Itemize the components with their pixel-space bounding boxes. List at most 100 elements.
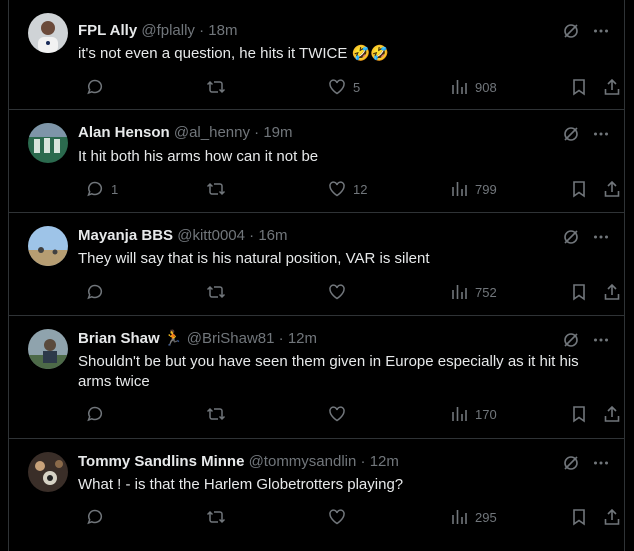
repost-button[interactable] bbox=[206, 180, 233, 198]
more-icon[interactable] bbox=[592, 22, 610, 45]
share-button[interactable] bbox=[603, 283, 621, 301]
repost-button[interactable] bbox=[206, 78, 233, 96]
repost-icon bbox=[206, 508, 226, 526]
tweet-text: Shouldn't be but you have seen them give… bbox=[78, 353, 579, 390]
reply-icon bbox=[86, 180, 104, 198]
tweet[interactable]: Tommy Sandlins Minne @tommysandlin · 12m… bbox=[9, 439, 624, 551]
views-count: 295 bbox=[475, 509, 497, 525]
like-count: 5 bbox=[353, 79, 361, 95]
timestamp[interactable]: 16m bbox=[258, 227, 287, 244]
grok-icon[interactable] bbox=[562, 22, 580, 45]
views-button[interactable]: 799 bbox=[450, 180, 497, 198]
tweet[interactable]: Mayanja BBS @kitt0004 · 16m They will sa… bbox=[9, 213, 624, 316]
tweet-actions: 1 12 799 bbox=[78, 180, 620, 200]
tweet-text: it's not even a question, he hits it TWI… bbox=[78, 45, 389, 62]
tweet-text: What ! - is that the Harlem Globetrotter… bbox=[78, 476, 404, 493]
tweet-text: They will say that is his natural positi… bbox=[78, 250, 430, 267]
bookmark-button[interactable] bbox=[571, 78, 587, 96]
share-button[interactable] bbox=[603, 508, 621, 526]
like-button[interactable] bbox=[328, 405, 353, 423]
timestamp[interactable]: 12m bbox=[288, 330, 317, 347]
views-button[interactable]: 295 bbox=[450, 508, 497, 526]
tweet[interactable]: Alan Henson @al_henny · 19m It hit both … bbox=[9, 110, 624, 213]
views-icon bbox=[450, 283, 468, 301]
views-button[interactable]: 752 bbox=[450, 283, 497, 301]
like-count: 12 bbox=[353, 181, 368, 197]
share-icon bbox=[603, 180, 621, 198]
share-icon bbox=[603, 405, 621, 423]
more-icon[interactable] bbox=[592, 125, 610, 148]
bookmark-icon bbox=[571, 405, 587, 423]
display-name[interactable]: Mayanja BBS bbox=[78, 227, 173, 244]
reply-button[interactable]: 1 bbox=[86, 180, 118, 198]
timeline: FPL Ally @fplally · 18m it's not even a … bbox=[8, 0, 625, 551]
grok-icon[interactable] bbox=[562, 228, 580, 251]
share-button[interactable] bbox=[603, 180, 621, 198]
avatar[interactable] bbox=[28, 226, 68, 266]
tweet-header: Brian Shaw 🏃 @BriShaw81 · 12m bbox=[78, 329, 317, 349]
like-button[interactable]: 12 bbox=[328, 180, 367, 198]
separator: · bbox=[278, 330, 284, 347]
handle[interactable]: @tommysandlin bbox=[249, 453, 357, 470]
share-icon bbox=[603, 283, 621, 301]
bookmark-button[interactable] bbox=[571, 283, 587, 301]
like-icon bbox=[328, 180, 346, 198]
more-icon[interactable] bbox=[592, 331, 610, 354]
more-icon[interactable] bbox=[592, 454, 610, 477]
avatar[interactable] bbox=[28, 329, 68, 369]
reply-icon bbox=[86, 78, 104, 96]
views-button[interactable]: 908 bbox=[450, 78, 497, 96]
avatar[interactable] bbox=[28, 13, 68, 53]
bookmark-button[interactable] bbox=[571, 405, 587, 423]
repost-button[interactable] bbox=[206, 508, 233, 526]
handle[interactable]: @al_henny bbox=[174, 124, 250, 141]
share-icon bbox=[603, 508, 621, 526]
display-name[interactable]: Brian Shaw bbox=[78, 330, 160, 347]
bookmark-button[interactable] bbox=[571, 508, 587, 526]
reply-icon bbox=[86, 283, 104, 301]
like-button[interactable] bbox=[328, 508, 353, 526]
grok-icon[interactable] bbox=[562, 125, 580, 148]
tweet-text: It hit both his arms how can it not be bbox=[78, 148, 319, 165]
grok-icon[interactable] bbox=[562, 454, 580, 477]
timestamp[interactable]: 12m bbox=[370, 453, 399, 470]
like-button[interactable]: 5 bbox=[328, 78, 360, 96]
bookmark-icon bbox=[571, 180, 587, 198]
tweet[interactable]: Brian Shaw 🏃 @BriShaw81 · 12m Shouldn't … bbox=[9, 316, 624, 439]
bookmark-button[interactable] bbox=[571, 180, 587, 198]
reply-button[interactable] bbox=[86, 78, 111, 96]
display-name[interactable]: Tommy Sandlins Minne bbox=[78, 453, 244, 470]
tweet-header: Tommy Sandlins Minne @tommysandlin · 12m bbox=[78, 452, 399, 472]
views-button[interactable]: 170 bbox=[450, 405, 497, 423]
reply-button[interactable] bbox=[86, 508, 111, 526]
reply-button[interactable] bbox=[86, 405, 111, 423]
handle[interactable]: @kitt0004 bbox=[177, 227, 245, 244]
handle[interactable]: @BriShaw81 bbox=[187, 330, 275, 347]
avatar[interactable] bbox=[28, 123, 68, 163]
reply-icon bbox=[86, 508, 104, 526]
display-name[interactable]: Alan Henson bbox=[78, 124, 170, 141]
share-button[interactable] bbox=[603, 405, 621, 423]
tweet[interactable]: FPL Ally @fplally · 18m it's not even a … bbox=[9, 0, 624, 110]
timestamp[interactable]: 19m bbox=[263, 124, 292, 141]
share-button[interactable] bbox=[603, 78, 621, 96]
reply-button[interactable] bbox=[86, 283, 111, 301]
views-count: 752 bbox=[475, 284, 497, 300]
grok-icon[interactable] bbox=[562, 331, 580, 354]
views-count: 170 bbox=[475, 406, 497, 422]
tweet-header: Alan Henson @al_henny · 19m bbox=[78, 123, 293, 143]
views-icon bbox=[450, 405, 468, 423]
bookmark-icon bbox=[571, 508, 587, 526]
like-button[interactable] bbox=[328, 283, 353, 301]
views-icon bbox=[450, 508, 468, 526]
avatar[interactable] bbox=[28, 452, 68, 492]
handle[interactable]: @fplally bbox=[141, 22, 195, 39]
more-icon[interactable] bbox=[592, 228, 610, 251]
display-name[interactable]: FPL Ally bbox=[78, 22, 137, 39]
reply-icon bbox=[86, 405, 104, 423]
repost-button[interactable] bbox=[206, 405, 233, 423]
repost-button[interactable] bbox=[206, 283, 233, 301]
timestamp[interactable]: 18m bbox=[208, 22, 237, 39]
separator: · bbox=[199, 22, 205, 39]
share-icon bbox=[603, 78, 621, 96]
